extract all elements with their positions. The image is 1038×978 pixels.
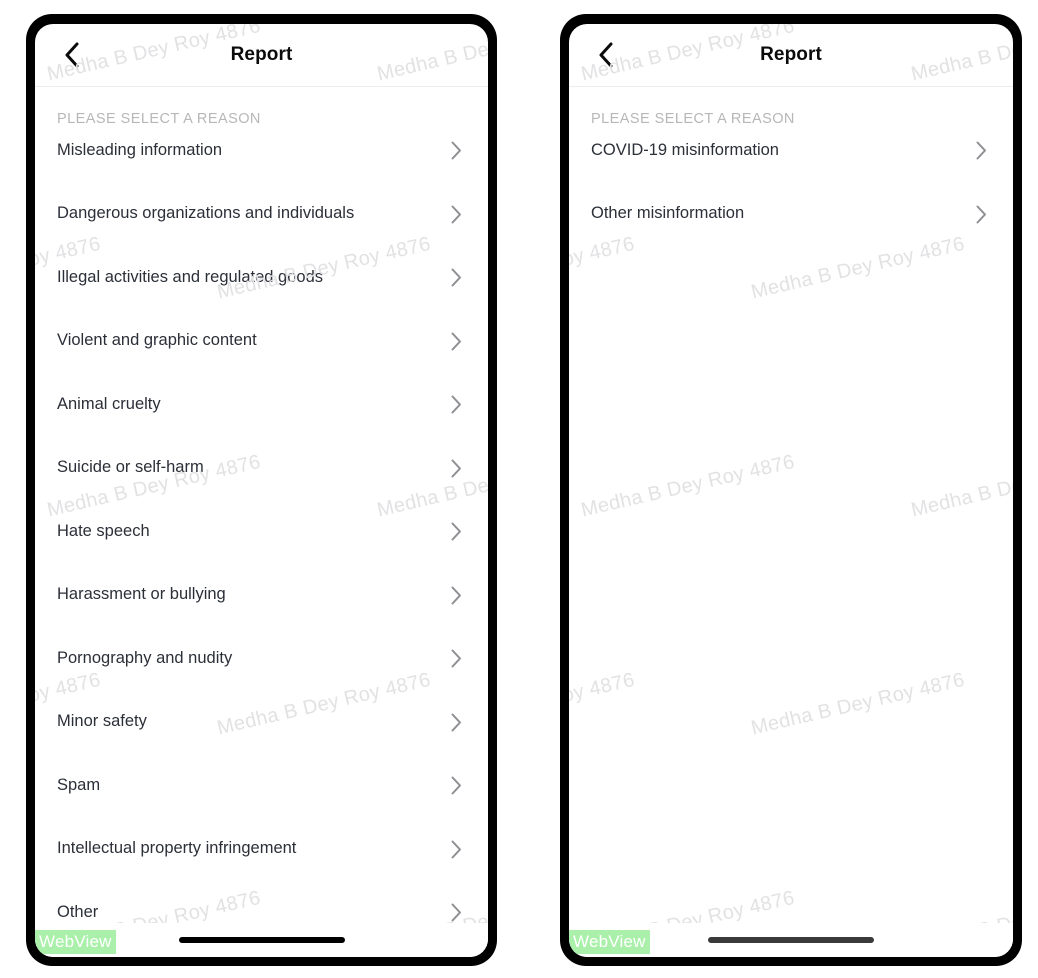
reason-row[interactable]: Animal cruelty <box>35 373 488 437</box>
reason-row-label: COVID-19 misinformation <box>591 140 779 159</box>
reason-row-disclosure[interactable] <box>448 840 464 859</box>
chevron-right-icon <box>451 522 462 541</box>
reason-row-label: Dangerous organizations and individuals <box>57 204 355 223</box>
reason-row-disclosure[interactable] <box>448 141 464 160</box>
reason-row-disclosure[interactable] <box>448 586 464 605</box>
chevron-right-icon <box>451 776 462 795</box>
reason-row-label: Spam <box>57 775 101 794</box>
nav-bar-right: Report <box>569 24 1013 87</box>
reason-row[interactable]: Dangerous organizations and individuals <box>35 183 488 247</box>
reason-row-label: Hate speech <box>57 521 150 540</box>
reason-row-disclosure[interactable] <box>448 268 464 287</box>
reason-row-disclosure[interactable] <box>973 205 989 224</box>
reason-row-label: Pornography and nudity <box>57 648 233 667</box>
home-indicator-left[interactable] <box>178 937 345 943</box>
phone-screen-left: Report PLEASE SELECT A REASON Misleading… <box>35 24 488 957</box>
reason-row-disclosure[interactable] <box>448 776 464 795</box>
reason-row-disclosure[interactable] <box>448 205 464 224</box>
chevron-right-icon <box>451 395 462 414</box>
chevron-right-icon <box>451 713 462 732</box>
reason-row[interactable]: Illegal activities and regulated goods <box>35 246 488 310</box>
reason-row-label: Harassment or bullying <box>57 585 226 604</box>
webview-badge-left: WebView <box>35 930 116 954</box>
reason-list-left: Misleading information Dangerous organiza… <box>35 119 488 923</box>
reason-row-label: Other misinformation <box>591 204 745 223</box>
chevron-right-icon <box>451 649 462 668</box>
webview-badge-right: WebView <box>569 930 650 954</box>
phone-frame-right: Report PLEASE SELECT A REASON COVID-19 m… <box>560 14 1022 966</box>
reason-list-container-left: PLEASE SELECT A REASON Misleading inform… <box>35 87 488 923</box>
chevron-right-icon <box>451 332 462 351</box>
reason-row-disclosure[interactable] <box>448 649 464 668</box>
reason-row-disclosure[interactable] <box>448 713 464 732</box>
section-header-right: PLEASE SELECT A REASON <box>591 111 795 127</box>
chevron-right-icon <box>976 141 987 160</box>
reason-row-label: Intellectual property infringement <box>57 839 297 858</box>
reason-row-label: Other <box>57 902 99 921</box>
chevron-right-icon <box>451 586 462 605</box>
reason-row[interactable]: Hate speech <box>35 500 488 564</box>
back-button-left[interactable] <box>45 24 97 86</box>
reason-row[interactable]: COVID-19 misinformation <box>569 119 1013 183</box>
reason-row-label: Violent and graphic content <box>57 331 257 350</box>
reason-row[interactable]: Minor safety <box>35 691 488 755</box>
chevron-right-icon <box>451 840 462 859</box>
page-title-right: Report <box>760 44 822 65</box>
reason-row[interactable]: Other <box>35 881 488 923</box>
reason-row[interactable]: Intellectual property infringement <box>35 818 488 882</box>
screenshot-stage: Report PLEASE SELECT A REASON Misleading… <box>0 0 1038 978</box>
reason-row-disclosure[interactable] <box>973 141 989 160</box>
chevron-right-icon <box>976 205 987 224</box>
chevron-right-icon <box>451 205 462 224</box>
reason-row-label: Misleading information <box>57 140 223 159</box>
chevron-right-icon <box>451 141 462 160</box>
phone-frame-left: Report PLEASE SELECT A REASON Misleading… <box>26 14 497 966</box>
reason-row-disclosure[interactable] <box>448 522 464 541</box>
reason-row-label: Animal cruelty <box>57 394 161 413</box>
chevron-right-icon <box>451 459 462 478</box>
reason-row-disclosure[interactable] <box>448 332 464 351</box>
phone-screen-right: Report PLEASE SELECT A REASON COVID-19 m… <box>569 24 1013 957</box>
reason-row-label: Illegal activities and regulated goods <box>57 267 324 286</box>
chevron-right-icon <box>451 268 462 287</box>
home-indicator-right[interactable] <box>708 937 874 943</box>
reason-row[interactable]: Pornography and nudity <box>35 627 488 691</box>
reason-row[interactable]: Other misinformation <box>569 183 1013 247</box>
chevron-left-icon <box>598 42 613 68</box>
reason-row[interactable]: Harassment or bullying <box>35 564 488 628</box>
back-button-right[interactable] <box>579 24 631 86</box>
section-header-left: PLEASE SELECT A REASON <box>57 111 261 127</box>
reason-row[interactable]: Suicide or self-harm <box>35 437 488 501</box>
reason-list-container-right: PLEASE SELECT A REASON COVID-19 misinfor… <box>569 87 1013 923</box>
reason-row-label: Suicide or self-harm <box>57 458 204 477</box>
reason-row[interactable]: Violent and graphic content <box>35 310 488 374</box>
reason-row[interactable]: Spam <box>35 754 488 818</box>
nav-bar-left: Report <box>35 24 488 87</box>
reason-row-disclosure[interactable] <box>448 459 464 478</box>
reason-row-disclosure[interactable] <box>448 395 464 414</box>
reason-list-right: COVID-19 misinformation Other misinformat… <box>569 119 1013 246</box>
page-title-left: Report <box>230 44 293 65</box>
reason-row-label: Minor safety <box>57 712 147 731</box>
reason-row[interactable]: Misleading information <box>35 119 488 183</box>
reason-row-disclosure[interactable] <box>448 903 464 922</box>
chevron-left-icon <box>64 42 79 68</box>
chevron-right-icon <box>451 903 462 922</box>
